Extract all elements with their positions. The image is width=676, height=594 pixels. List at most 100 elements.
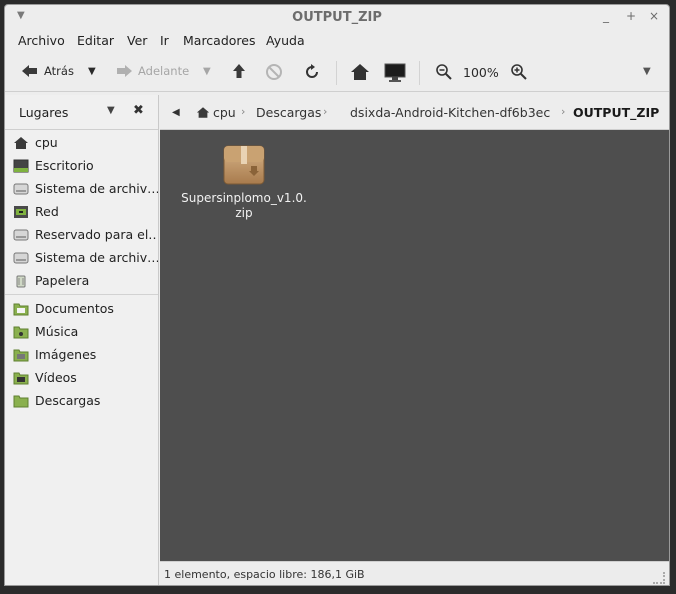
breadcrumb-item-descargas[interactable]: Descargas: [256, 105, 321, 120]
forward-history-dropdown-icon[interactable]: ▼: [203, 66, 211, 77]
sidebar-title[interactable]: Lugares: [19, 105, 68, 120]
window-title: OUTPUT_ZIP: [292, 10, 382, 25]
folder-icon: [13, 326, 29, 338]
toolbar-overflow-icon[interactable]: ▼: [643, 66, 651, 77]
sidebar-item-label: Papelera: [35, 273, 90, 288]
sidebar-item-filesystem[interactable]: Sistema de archiv…: [5, 177, 158, 200]
minimize-button[interactable]: _: [603, 9, 609, 23]
arrow-up-icon: [233, 64, 245, 78]
sidebar-item-label: Música: [35, 324, 79, 339]
menu-ir[interactable]: Ir: [160, 33, 169, 48]
back-label: Atrás: [44, 64, 74, 78]
breadcrumb-item-cpu[interactable]: cpu: [196, 105, 236, 120]
reload-icon: [306, 64, 318, 78]
toolbar-separator: [336, 61, 337, 85]
back-button[interactable]: Atrás: [21, 63, 74, 79]
sidebar-item-papelera[interactable]: Papelera: [5, 269, 158, 292]
sidebar-item-descargas[interactable]: Descargas: [5, 389, 158, 412]
sidebar-item-label: Documentos: [35, 301, 114, 316]
folder-icon: [13, 303, 29, 315]
file-name-line-2: zip: [235, 206, 253, 220]
toolbar-separator: [419, 61, 420, 85]
sidebar-item-label: Descargas: [35, 393, 101, 408]
computer-button[interactable]: [384, 63, 406, 83]
sidebar-item-red[interactable]: Red: [5, 200, 158, 223]
menu-archivo[interactable]: Archivo: [18, 33, 65, 48]
breadcrumb-separator-icon: ›: [323, 105, 328, 118]
sidebar-item-escritorio[interactable]: Escritorio: [5, 154, 158, 177]
breadcrumb-separator-icon: ›: [241, 105, 246, 118]
zoom-in-icon: [511, 64, 527, 80]
status-bar: 1 elemento, espacio libre: 186,1 GiB: [160, 561, 669, 585]
sidebar-item-cpu[interactable]: cpu: [5, 131, 158, 154]
home-icon: [14, 136, 28, 149]
sidebar-header: Lugares ▼ ✖: [5, 95, 158, 130]
sidebar-item-label: Escritorio: [35, 158, 94, 173]
sidebar-item-label: Sistema de archiv…: [35, 250, 158, 265]
forward-label: Adelante: [138, 64, 190, 78]
sidebar-item-documentos[interactable]: Documentos: [5, 297, 158, 320]
zoom-out-icon: [436, 64, 452, 80]
sidebar-item-label: Reservado para el…: [35, 227, 158, 242]
forward-button[interactable]: Adelante: [115, 63, 189, 79]
breadcrumb-separator-icon: ›: [561, 105, 566, 118]
menu-marcadores[interactable]: Marcadores: [183, 33, 256, 48]
back-history-dropdown-icon[interactable]: ▼: [88, 66, 96, 77]
drive-icon: [13, 183, 29, 194]
stop-icon: [266, 64, 282, 80]
desktop-icon: [13, 159, 29, 172]
file-item[interactable]: Supersinplomo_v1.0. zip: [174, 142, 314, 221]
stop-button[interactable]: [265, 63, 283, 81]
places-list: cpu Escritorio Sistema de archiv… Red Re…: [5, 131, 158, 412]
menu-ver[interactable]: Ver: [127, 33, 147, 48]
file-manager-window: ▼ OUTPUT_ZIP _ + × Archivo Editar Ver Ir…: [4, 4, 670, 586]
monitor-icon: [384, 63, 406, 82]
reload-button[interactable]: [303, 63, 321, 81]
sidebar-item-imagenes[interactable]: Imágenes: [5, 343, 158, 366]
menu-ayuda[interactable]: Ayuda: [266, 33, 305, 48]
sidebar-item-musica[interactable]: Música: [5, 320, 158, 343]
home-button[interactable]: [350, 63, 370, 81]
home-icon: [351, 64, 369, 80]
home-icon: [196, 107, 210, 118]
sidebar-divider: [5, 294, 158, 295]
network-icon: [14, 205, 28, 218]
close-sidebar-icon[interactable]: ✖: [133, 103, 144, 118]
drive-icon: [13, 252, 29, 263]
breadcrumb-item-kitchen[interactable]: dsixda-Android-Kitchen-df6b3ec: [350, 105, 550, 120]
breadcrumb: ◀ cpu › Descargas › dsixda-Android-Kitch…: [160, 95, 669, 130]
sidebar-mode-dropdown-icon[interactable]: ▼: [107, 105, 115, 116]
zip-archive-icon: [223, 145, 265, 185]
sidebar-item-label: Imágenes: [35, 347, 97, 362]
sidebar-item-label: cpu: [35, 135, 58, 150]
sidebar-item-label: Vídeos: [35, 370, 77, 385]
sidebar-item-label: Red: [35, 204, 59, 219]
folder-icon: [13, 395, 29, 407]
maximize-button[interactable]: +: [626, 9, 636, 23]
title-bar: ▼ OUTPUT_ZIP _ + ×: [5, 5, 669, 31]
arrow-left-icon: [22, 65, 37, 77]
drive-icon: [13, 229, 29, 240]
trash-icon: [16, 275, 26, 287]
menu-editar[interactable]: Editar: [77, 33, 114, 48]
toolbar: Atrás ▼ Adelante ▼ 100% ▼: [5, 55, 669, 92]
file-name-line-1: Supersinplomo_v1.0.: [181, 191, 307, 205]
status-text: 1 elemento, espacio libre: 186,1 GiB: [164, 568, 365, 581]
resize-grip-icon[interactable]: [653, 572, 665, 584]
sidebar-item-filesystem-2[interactable]: Sistema de archiv…: [5, 246, 158, 269]
file-view[interactable]: Supersinplomo_v1.0. zip: [160, 130, 669, 561]
folder-icon: [13, 349, 29, 361]
sidebar-item-reserved[interactable]: Reservado para el…: [5, 223, 158, 246]
zoom-out-button[interactable]: [435, 63, 453, 81]
breadcrumb-label: cpu: [213, 105, 236, 120]
up-button[interactable]: [231, 63, 247, 79]
close-button[interactable]: ×: [649, 9, 659, 23]
breadcrumb-item-current[interactable]: OUTPUT_ZIP: [573, 105, 659, 120]
folder-icon: [13, 372, 29, 384]
sidebar-item-videos[interactable]: Vídeos: [5, 366, 158, 389]
sidebar: Lugares ▼ ✖ cpu Escritorio Sistema de ar…: [5, 95, 159, 585]
arrow-right-icon: [117, 65, 132, 77]
menu-bar: Archivo Editar Ver Ir Marcadores Ayuda: [5, 31, 669, 53]
zoom-in-button[interactable]: [510, 63, 528, 81]
breadcrumb-scroll-left-icon[interactable]: ◀: [172, 107, 180, 118]
